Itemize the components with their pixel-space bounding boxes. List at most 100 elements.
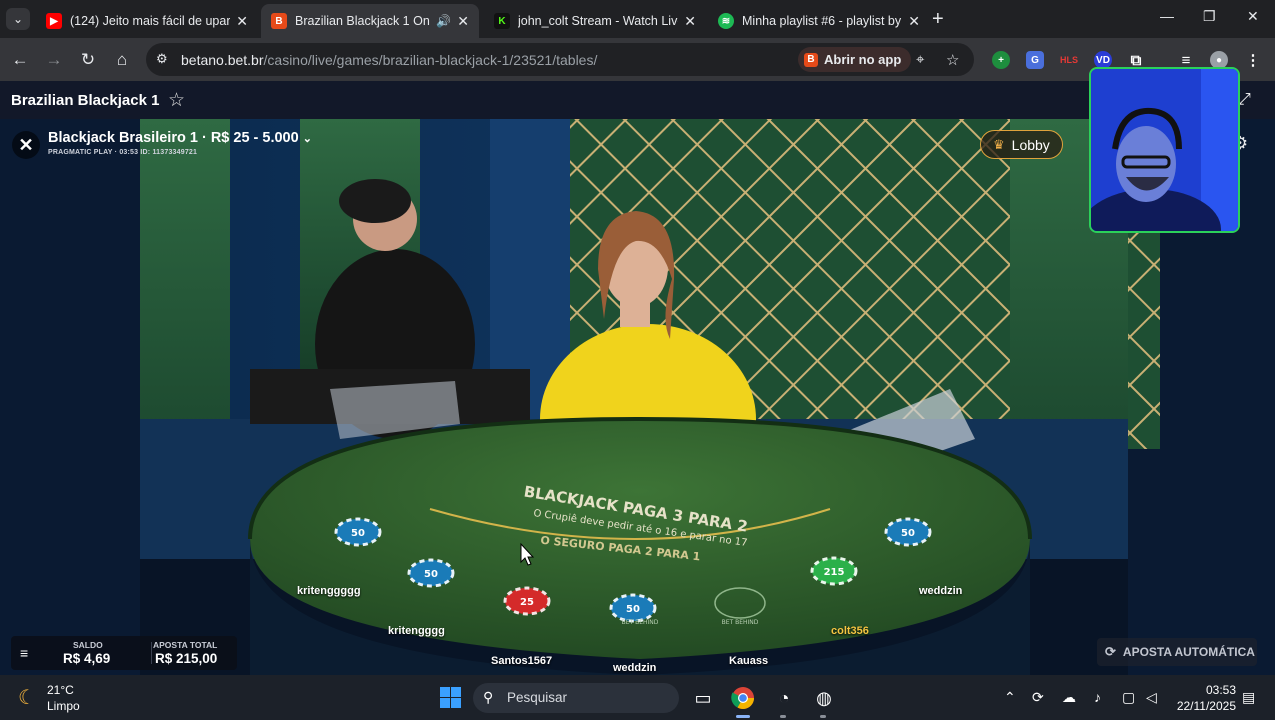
clock-date[interactable]: 22/11/2025 xyxy=(1172,699,1236,713)
lobby-button[interactable]: ♛ Lobby xyxy=(980,130,1063,159)
auto-bet-button[interactable]: ⟳ APOSTA AUTOMÁTICA xyxy=(1097,638,1257,666)
bet-behind-label: BET BEHIND xyxy=(622,619,659,626)
steam-icon[interactable]: ◍ xyxy=(810,684,838,712)
start-button[interactable] xyxy=(440,687,461,708)
svg-text:50: 50 xyxy=(901,528,915,539)
svg-text:25: 25 xyxy=(520,597,534,608)
tab-spotify[interactable]: ≋ Minha playlist #6 - playlist by J ✕ xyxy=(708,4,930,38)
address-bar[interactable]: ⚙ betano.bet.br/casino/live/games/brazil… xyxy=(146,43,974,76)
svg-text:50: 50 xyxy=(626,604,640,615)
close-window-icon[interactable]: ✕ xyxy=(1247,8,1259,25)
close-tab-icon[interactable]: ✕ xyxy=(684,13,696,30)
tab-title: Brazilian Blackjack 1 Online xyxy=(295,14,430,28)
seat-player-name: Kauass xyxy=(729,655,769,667)
cloud-off-icon[interactable]: ☁ xyxy=(1062,689,1076,706)
bookmark-star-icon[interactable]: ☆ xyxy=(946,51,959,69)
tab-search-button[interactable]: ⌄ xyxy=(6,8,30,30)
temperature[interactable]: 21°C xyxy=(47,683,74,697)
tab-betano[interactable]: B Brazilian Blackjack 1 Online 🔊 ✕ xyxy=(261,4,479,38)
volume-icon[interactable]: ◁ xyxy=(1146,689,1157,706)
url-text[interactable]: betano.bet.br/casino/live/games/brazilia… xyxy=(181,52,597,68)
tab-title: Minha playlist #6 - playlist by J xyxy=(742,14,903,28)
add-extension-icon[interactable]: + xyxy=(992,51,1010,69)
sync-icon[interactable]: ⟳ xyxy=(1032,689,1044,706)
page-title: Brazilian Blackjack 1 xyxy=(11,92,160,109)
youtube-icon: ▶ xyxy=(46,13,62,29)
chrome-icon[interactable] xyxy=(729,684,757,712)
bet-chip[interactable]: 215 xyxy=(810,556,858,586)
favorite-star-icon[interactable]: ☆ xyxy=(168,89,185,112)
speaker-icon[interactable]: 🔊 xyxy=(436,14,451,28)
restore-icon[interactable]: ❐ xyxy=(1203,8,1216,25)
notification-icon[interactable]: ▤ xyxy=(1242,689,1255,706)
betano-icon: B xyxy=(271,13,287,29)
seat-player-name-self: colt356 xyxy=(831,625,869,637)
balance-panel: ≡ SALDO R$ 4,69 APOSTA TOTAL R$ 215,00 xyxy=(11,636,237,670)
windows-taskbar: ☾ 21°C Limpo ⚲ Pesquisar ▭ ◔ ◍ ⌃ ⟳ ☁ ♪ ▢… xyxy=(0,675,1275,720)
live-game-stream[interactable]: BLACKJACK PAGA 3 PARA 2 O Crupiê deve pe… xyxy=(0,119,1275,675)
balance-value: R$ 4,69 xyxy=(63,651,111,666)
page-header: Brazilian Blackjack 1 ☆ xyxy=(0,81,1275,119)
chip-stack-icon[interactable]: ≡ xyxy=(20,645,28,661)
tab-title: (124) Jeito mais fácil de upar an xyxy=(70,14,231,28)
hls-extension-icon[interactable]: HLS xyxy=(1058,51,1080,69)
chevron-up-icon[interactable]: ⌃ xyxy=(1004,689,1016,706)
bet-chip[interactable]: 25 xyxy=(503,586,551,616)
close-game-icon[interactable]: ✕ xyxy=(12,131,40,159)
seat-player-name: Santos1567 xyxy=(491,655,553,667)
open-in-app-button[interactable]: B Abrir no app xyxy=(798,47,912,72)
repeat-icon: ⟳ xyxy=(1105,644,1116,659)
svg-text:50: 50 xyxy=(424,569,438,580)
search-icon: ⚲ xyxy=(483,689,494,705)
browser-tab-bar: ⌄ ▶ (124) Jeito mais fácil de upar an ✕ … xyxy=(0,0,1275,38)
crown-icon: ♛ xyxy=(993,136,1005,152)
taskbar-search[interactable]: ⚲ Pesquisar xyxy=(473,683,679,713)
task-view-icon[interactable]: ▭ xyxy=(689,684,717,712)
browser-toolbar: ← → ↻ ⌂ ⚙ betano.bet.br/casino/live/game… xyxy=(0,38,1275,81)
webcam-overlay xyxy=(1089,67,1240,233)
home-icon[interactable]: ⌂ xyxy=(110,48,134,72)
new-tab-icon[interactable]: + xyxy=(932,8,944,31)
close-tab-icon[interactable]: ✕ xyxy=(908,13,920,30)
tab-youtube[interactable]: ▶ (124) Jeito mais fácil de upar an ✕ xyxy=(36,4,258,38)
betano-icon: B xyxy=(804,52,818,67)
tab-title: john_colt Stream - Watch Live c xyxy=(518,14,679,28)
tab-kick[interactable]: K john_colt Stream - Watch Live c ✕ xyxy=(484,4,706,38)
menu-kebab-icon[interactable]: ⋮ xyxy=(1244,51,1262,69)
reload-icon[interactable]: ↻ xyxy=(76,48,100,72)
total-bet-label: APOSTA TOTAL xyxy=(153,640,218,650)
svg-text:50: 50 xyxy=(351,528,365,539)
total-bet-value: R$ 215,00 xyxy=(155,651,218,666)
app-clock-icon[interactable]: ◔ xyxy=(770,684,798,712)
streamer-webcam-image xyxy=(1091,69,1238,231)
translate-icon[interactable]: G xyxy=(1026,51,1044,69)
bet-chip[interactable]: 50 xyxy=(884,517,932,547)
table-name-dropdown[interactable]: Blackjack Brasileiro 1 · R$ 25 - 5.000 ⌄ xyxy=(48,130,312,146)
weather-condition[interactable]: Limpo xyxy=(47,699,80,713)
forward-icon[interactable]: → xyxy=(42,48,66,72)
bet-chip[interactable]: 50 xyxy=(407,558,455,588)
moon-weather-icon[interactable]: ☾ xyxy=(18,685,36,710)
minimize-icon[interactable]: — xyxy=(1160,8,1174,24)
seat-player-name: weddzin xyxy=(613,662,657,674)
clock-time[interactable]: 03:53 xyxy=(1172,683,1236,697)
close-tab-icon[interactable]: ✕ xyxy=(457,13,469,30)
network-icon[interactable]: ▢ xyxy=(1122,689,1135,706)
kick-icon: K xyxy=(494,13,510,29)
mouse-cursor-icon xyxy=(520,542,535,566)
seat-player-name: weddzin xyxy=(919,585,963,597)
seat-player-name: kritenggggg xyxy=(297,585,361,597)
bet-chip[interactable]: 50 xyxy=(334,517,382,547)
back-icon[interactable]: ← xyxy=(8,48,32,72)
microphone-icon[interactable]: ♪ xyxy=(1094,689,1101,705)
seat-player-name: kritengggg xyxy=(388,625,445,637)
chips-layer: 50 50 25 50 215 50 BET BEHIND BET BEHIND xyxy=(334,517,932,626)
balance-label: SALDO xyxy=(73,640,103,650)
bet-behind-label: BET BEHIND xyxy=(722,619,759,626)
location-icon[interactable]: ⌖ xyxy=(916,51,924,68)
bet-chip[interactable]: 50 xyxy=(609,593,657,623)
close-tab-icon[interactable]: ✕ xyxy=(236,13,248,30)
table-provider-info: PRAGMATIC PLAY · 03:53 ID: 11373349721 xyxy=(48,149,198,156)
site-info-icon[interactable]: ⚙ xyxy=(156,51,168,67)
svg-text:215: 215 xyxy=(824,567,845,578)
